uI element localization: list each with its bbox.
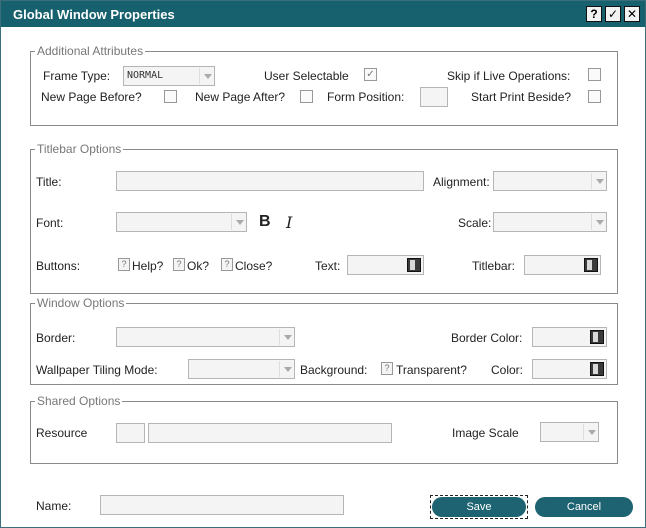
chevron-down-icon [231,214,245,230]
resource-label: Resource [36,426,88,440]
frame-type-label: Frame Type: [43,69,111,83]
window-options-legend: Window Options [35,296,127,310]
text-color-label: Text: [315,259,341,273]
transparent-label: Transparent? [396,363,467,377]
titlebar-color-label: Titlebar: [472,259,515,273]
wallpaper-tiling-select[interactable] [188,359,295,379]
scale-select[interactable] [493,212,607,232]
font-label: Font: [36,216,64,230]
ok-option-label: Ok? [187,259,210,273]
new-page-before-checkbox[interactable] [164,90,177,103]
skip-live-operations-checkbox[interactable] [588,68,601,81]
form-position-input[interactable] [420,87,448,107]
close-option-checkbox[interactable]: ? [221,258,233,271]
buttons-label: Buttons: [36,259,81,273]
new-page-after-checkbox[interactable] [300,90,313,103]
background-color-picker[interactable] [532,359,607,379]
background-color-label: Color: [491,363,524,377]
start-print-beside-checkbox[interactable] [588,90,601,103]
image-scale-select[interactable] [540,422,599,442]
border-color-picker[interactable] [532,327,607,347]
dialog-titlebar: Global Window Properties ? ✓ ✕ [1,1,645,27]
checkmark-icon: ✓ [366,69,375,80]
name-input[interactable] [100,495,344,515]
ok-option-checkbox[interactable]: ? [173,258,185,271]
name-label: Name: [36,499,72,513]
title-input[interactable] [116,171,424,191]
border-select[interactable] [116,327,295,347]
additional-attributes-group: Additional Attributes [30,44,618,126]
help-button[interactable]: ? [586,6,602,22]
new-page-before-label: New Page Before? [41,90,142,104]
resource-input[interactable] [148,423,392,443]
help-option-label: Help? [132,259,164,273]
titlebar-color-picker[interactable] [524,255,601,275]
alignment-select[interactable] [493,171,607,191]
font-select[interactable] [116,212,247,232]
wallpaper-tiling-label: Wallpaper Tiling Mode: [36,363,158,377]
skip-live-operations-label: Skip if Live Operations: [447,69,571,83]
italic-toggle[interactable]: I [286,213,292,232]
dialog-title: Global Window Properties [13,7,175,22]
start-print-beside-label: Start Print Beside? [471,90,572,104]
color-swatch-icon [590,330,604,344]
color-swatch-icon [590,362,604,376]
cancel-button[interactable]: Cancel [535,497,633,517]
border-color-label: Border Color: [451,331,523,345]
chevron-down-icon [279,329,293,345]
ok-check-button[interactable]: ✓ [605,6,621,22]
new-page-after-label: New Page After? [195,90,286,104]
bold-toggle[interactable]: B [259,213,271,231]
user-selectable-label: User Selectable [264,69,349,83]
chevron-down-icon [583,424,597,440]
scale-label: Scale: [458,216,492,230]
additional-attributes-legend: Additional Attributes [35,44,146,58]
global-window-properties-dialog: Global Window Properties ? ✓ ✕ Additiona… [0,0,646,528]
title-label: Title: [36,175,62,189]
text-color-picker[interactable] [347,255,424,275]
chevron-down-icon [591,173,605,189]
chevron-down-icon [199,68,213,84]
save-button[interactable]: Save [432,497,526,517]
color-swatch-icon [407,258,421,272]
border-label: Border: [36,331,76,345]
transparent-checkbox[interactable]: ? [381,362,393,375]
chevron-down-icon [591,214,605,230]
image-scale-label: Image Scale [452,426,519,440]
color-swatch-icon [584,258,598,272]
help-option-checkbox[interactable]: ? [118,258,130,271]
resource-type-input[interactable] [116,423,145,443]
close-button[interactable]: ✕ [624,6,640,22]
shared-options-legend: Shared Options [35,394,123,408]
form-position-label: Form Position: [327,90,405,104]
frame-type-value: NORMAL [127,70,164,81]
background-label: Background: [300,363,368,377]
alignment-label: Alignment: [433,175,490,189]
frame-type-select[interactable]: NORMAL [123,66,215,86]
user-selectable-checkbox[interactable]: ✓ [364,68,377,81]
titlebar-options-legend: Titlebar Options [35,142,124,156]
close-option-label: Close? [235,259,273,273]
chevron-down-icon [279,361,293,377]
